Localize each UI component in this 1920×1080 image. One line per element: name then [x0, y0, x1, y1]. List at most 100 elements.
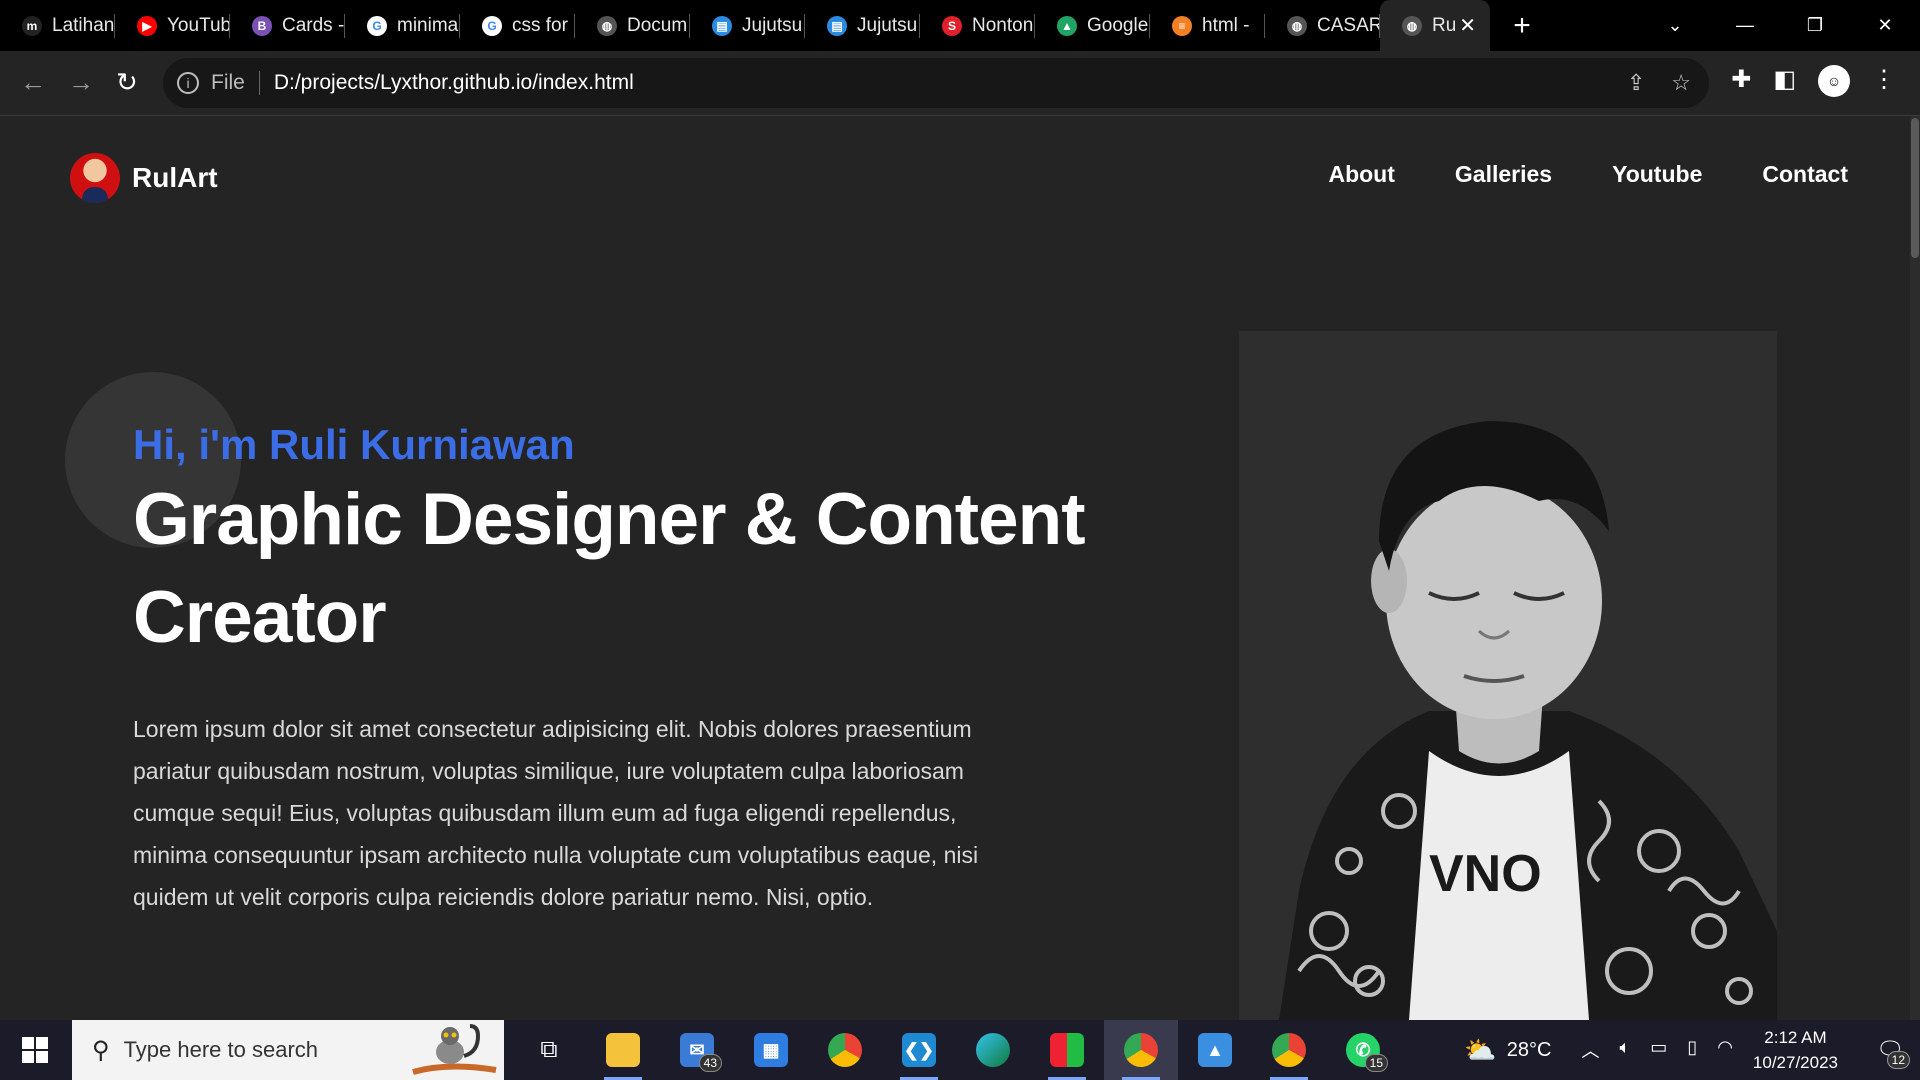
active-browser-tab[interactable]: ◍ Ru ✕ [1380, 0, 1490, 51]
tab-strip: mLatihan▶YouTubeBCards -GminimaGcss for◍… [0, 0, 1920, 51]
extensions-icon[interactable]: ✚ [1731, 65, 1751, 97]
url-text[interactable]: D:/projects/Lyxthor.github.io/index.html [274, 71, 634, 95]
chrome-icon [828, 1033, 862, 1067]
site-logo[interactable]: RulArt [70, 153, 218, 203]
tab-title: Cards - [282, 14, 345, 36]
battery-icon[interactable]: ▭ [1650, 1037, 1667, 1063]
web-page: RulArt About Galleries Youtube Contact H… [0, 116, 1910, 1020]
wifi-icon[interactable]: ◠ [1717, 1037, 1733, 1063]
task-view-button[interactable]: ⧉ [512, 1020, 586, 1080]
tab-search-chevron-icon[interactable]: ⌄ [1640, 0, 1710, 51]
temperature: 28°C [1506, 1038, 1552, 1061]
edge-button[interactable] [956, 1020, 1030, 1080]
tab-title: Docum [627, 14, 688, 36]
scroll-thumb[interactable] [1911, 118, 1919, 258]
browser-tab[interactable]: Gminima [345, 0, 460, 51]
tab-title: Jujutsu [857, 14, 918, 36]
search-highlight-lemur-icon [412, 1024, 497, 1075]
notification-center-button[interactable]: 🗨︎ 12 [1860, 1037, 1920, 1069]
chrome-profile2-button[interactable] [1252, 1020, 1326, 1080]
browser-tab[interactable]: ≡ html - [1150, 0, 1265, 51]
address-bar[interactable]: i File D:/projects/Lyxthor.github.io/ind… [163, 58, 1709, 108]
browser-tab[interactable]: ▤ Jujutsu [690, 0, 805, 51]
menu-kebab-icon[interactable]: ⋮ [1872, 65, 1896, 97]
mail-button[interactable]: ✉ 43 [660, 1020, 734, 1080]
browser-tab[interactable]: ▲ Google [1035, 0, 1150, 51]
edge-icon [976, 1033, 1010, 1067]
new-tab-button[interactable]: + [1502, 0, 1542, 51]
taskbar-search[interactable]: ⚲ Type here to search [72, 1020, 504, 1080]
app-tiles-button[interactable] [1030, 1020, 1104, 1080]
tab-title: CASAR [1317, 14, 1380, 36]
chrome-profile-icon [1124, 1033, 1158, 1067]
photos-button[interactable]: ▲ [1178, 1020, 1252, 1080]
nav-youtube[interactable]: Youtube [1612, 161, 1702, 188]
forward-button[interactable]: → [68, 67, 94, 98]
browser-tab[interactable]: B Cards - [230, 0, 345, 51]
stackoverflow-icon: ≡ [1172, 15, 1192, 36]
whatsapp-button[interactable]: ✆ 15 [1326, 1020, 1400, 1080]
store-button[interactable]: ▦ [734, 1020, 808, 1080]
weather-widget[interactable]: ⛅ 28°C [1464, 1035, 1551, 1066]
profile-avatar[interactable]: ☺ [1818, 65, 1850, 97]
browser-tab[interactable]: ▤ Jujutsu [805, 0, 920, 51]
browser-tab[interactable]: m Latihan [0, 0, 115, 51]
chrome-button[interactable] [808, 1020, 882, 1080]
nav-about[interactable]: About [1328, 161, 1394, 188]
tiles-icon [1050, 1033, 1084, 1067]
nav-contact[interactable]: Contact [1762, 161, 1848, 188]
browser-tab[interactable]: Gcss for [460, 0, 575, 51]
browser-tab[interactable]: S Nonton [920, 0, 1035, 51]
tab-title: YouTube [167, 14, 230, 36]
main-nav: About Galleries Youtube Contact [1328, 161, 1848, 188]
back-button[interactable]: ← [20, 67, 46, 98]
clock[interactable]: 2:12 AM 10/27/2023 [1753, 1025, 1838, 1075]
windows-logo-icon [22, 1037, 48, 1063]
close-tab-icon[interactable]: ✕ [1459, 13, 1476, 38]
close-window-button[interactable]: ✕ [1850, 0, 1920, 51]
chrome-active-button[interactable] [1104, 1020, 1178, 1080]
store-icon: ▦ [754, 1033, 788, 1067]
photos-icon: ▲ [1198, 1033, 1232, 1067]
clock-time: 2:12 AM [1764, 1028, 1827, 1047]
file-explorer-button[interactable] [586, 1020, 660, 1080]
share-icon[interactable]: ⇪ [1627, 70, 1645, 96]
folder-icon [606, 1033, 640, 1067]
start-button[interactable] [0, 1020, 70, 1080]
google-icon: G [482, 15, 502, 36]
manga-icon: ▤ [827, 15, 847, 36]
chevron-up-icon[interactable]: ︿ [1581, 1037, 1599, 1063]
vscode-button[interactable]: ❮❯ [882, 1020, 956, 1080]
globe-icon: ◍ [1402, 15, 1422, 36]
scheme-label: File [211, 71, 245, 94]
task-view-icon: ⧉ [540, 1036, 558, 1063]
volume-icon[interactable]: 🔈︎ [1619, 1037, 1630, 1063]
window-controls: ⌄ — ❐ ✕ [1640, 0, 1920, 51]
site-info-icon[interactable]: i [177, 72, 199, 94]
reload-button[interactable]: ↻ [116, 67, 138, 98]
browser-tab[interactable]: ◍ Docum [575, 0, 690, 51]
m-favicon-icon: m [22, 15, 42, 36]
minimize-button[interactable]: — [1710, 0, 1780, 51]
browser-tab[interactable]: ◍ CASAR [1265, 0, 1380, 51]
browser-tab[interactable]: ▶ YouTube [115, 0, 230, 51]
brand-name: RulArt [132, 162, 218, 193]
tab-title: Nonton [972, 14, 1034, 36]
side-panel-icon[interactable]: ◧ [1773, 65, 1796, 97]
restore-button[interactable]: ❐ [1780, 0, 1850, 51]
tab-title: Google [1087, 14, 1149, 36]
youtube-icon: ▶ [137, 15, 157, 36]
browser-toolbar: ← → ↻ i File D:/projects/Lyxthor.github.… [0, 51, 1920, 116]
tab-title: html - [1202, 14, 1250, 36]
nav-galleries[interactable]: Galleries [1455, 161, 1552, 188]
device-icon[interactable]: ▯ [1687, 1037, 1697, 1063]
tab-title: Jujutsu [742, 14, 803, 36]
tab-title: Ru [1432, 14, 1457, 36]
tab-title: css for [512, 14, 568, 36]
system-tray: ⛅ 28°C ︿ 🔈︎ ▭ ▯ ◠ 2:12 AM 10/27/2023 🗨︎ … [1464, 1020, 1920, 1080]
greeting: Hi, i'm Ruli Kurniawan [133, 421, 575, 468]
hero-headline: Graphic Designer & Content Creator [133, 479, 1086, 658]
bookmark-star-icon[interactable]: ☆ [1671, 70, 1691, 96]
clock-date: 10/27/2023 [1752, 1053, 1838, 1072]
shirt-text: VNO [1429, 845, 1542, 903]
